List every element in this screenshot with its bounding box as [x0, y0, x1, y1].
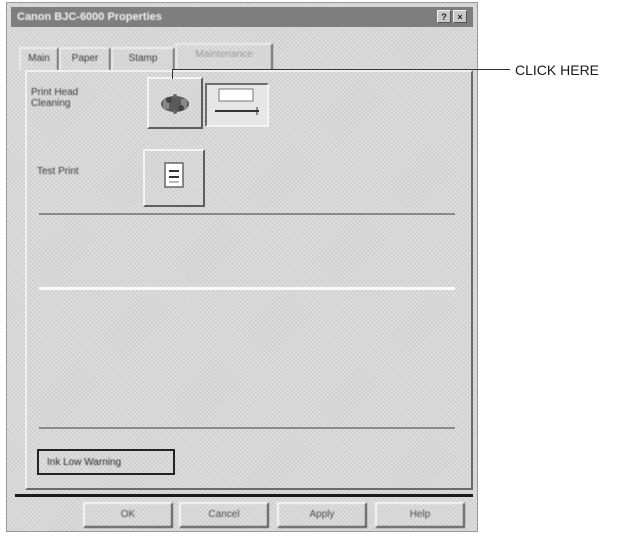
tab-paper[interactable]: Paper	[59, 47, 111, 70]
printhead-cleaning-label: Print Head Cleaning	[31, 87, 78, 109]
help-title-button[interactable]: ?	[437, 10, 451, 23]
dialog-footer-divider	[15, 494, 473, 497]
properties-dialog: Canon BJC-6000 Properties ? × Main Paper…	[6, 2, 478, 532]
callout-label: CLICK HERE	[515, 62, 600, 78]
test-print-page-icon	[164, 162, 184, 188]
upper-separator	[39, 213, 455, 215]
callout-leader-line	[172, 69, 510, 70]
cancel-button[interactable]: Cancel	[179, 502, 269, 528]
printhead-label-line1: Print Head	[31, 87, 79, 98]
printhead-cleaning-icon	[161, 94, 189, 114]
tab-stamp[interactable]: Stamp	[111, 47, 175, 70]
printhead-label-line2: Cleaning	[31, 98, 71, 109]
lower-separator	[39, 427, 455, 429]
close-title-button[interactable]: ×	[453, 10, 467, 23]
title-bar: Canon BJC-6000 Properties ? ×	[11, 7, 473, 27]
alignment-pattern-icon	[215, 88, 259, 115]
printhead-alignment-button[interactable]	[205, 83, 269, 127]
test-print-button[interactable]	[143, 149, 205, 207]
apply-button[interactable]: Apply	[277, 502, 367, 528]
tab-main[interactable]: Main	[19, 47, 59, 70]
test-print-label: Test Print	[37, 166, 79, 177]
callout-pointer-tick	[172, 69, 173, 79]
help-button[interactable]: Help	[375, 502, 465, 528]
ink-low-warning-label: Ink Low Warning	[47, 457, 122, 468]
middle-separator	[39, 287, 455, 290]
tab-maintenance[interactable]: Maintenance	[175, 43, 273, 71]
printhead-cleaning-button[interactable]	[147, 77, 203, 129]
ink-low-warning-button[interactable]: Ink Low Warning	[37, 449, 175, 475]
ok-button[interactable]: OK	[83, 502, 173, 528]
window-title: Canon BJC-6000 Properties	[17, 11, 162, 23]
